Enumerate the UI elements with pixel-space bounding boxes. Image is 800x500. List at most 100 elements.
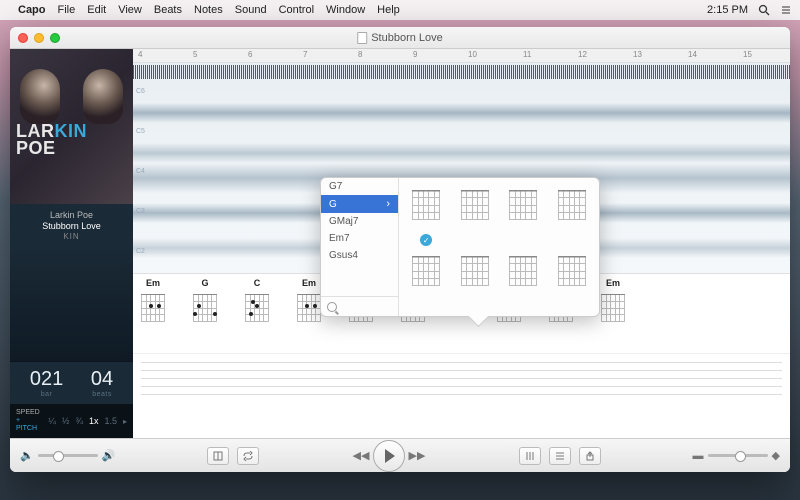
app-window: Stubborn Love LARKIN POE Larkin Poe Stub…	[10, 27, 790, 472]
zoom-fit-icon: ◆	[772, 449, 780, 462]
pitch-label: C5	[136, 128, 145, 135]
pitch-label: C6	[136, 88, 145, 95]
transport-controls: ◀◀ ▶▶	[351, 440, 427, 472]
rewind-button[interactable]: ◀◀	[351, 448, 371, 464]
volume-high-icon: 🔊	[102, 449, 116, 462]
voicing-option[interactable]: ✓	[405, 184, 448, 244]
speed-option-1point5[interactable]: 1.5	[104, 416, 117, 426]
notification-center-icon[interactable]	[780, 4, 792, 16]
song-title: Stubborn Love	[14, 221, 129, 231]
chord-block[interactable]: Em	[139, 278, 167, 324]
voicing-option[interactable]	[405, 250, 448, 310]
ruler-mark: 11	[523, 50, 531, 59]
window-title-text: Stubborn Love	[371, 32, 443, 44]
menu-control[interactable]: Control	[279, 4, 314, 16]
menu-app[interactable]: Capo	[18, 4, 46, 16]
menu-beats[interactable]: Beats	[154, 4, 182, 16]
album-name: KIN	[14, 232, 129, 241]
chord-option-selected[interactable]: G	[321, 195, 398, 213]
ruler-mark: 8	[358, 50, 362, 59]
ruler-mark: 5	[193, 50, 197, 59]
ruler-mark: 13	[633, 50, 642, 59]
volume-control: 🔈 🔊	[20, 449, 115, 462]
pitch-label: C3	[136, 208, 145, 215]
list-view-button[interactable]	[549, 447, 571, 465]
voicing-option[interactable]	[551, 184, 594, 244]
waveform	[133, 65, 790, 79]
menubar-clock[interactable]: 2:15 PM	[707, 4, 748, 16]
chord-block[interactable]: C	[243, 278, 271, 324]
window-minimize-button[interactable]	[34, 33, 44, 43]
speed-option-1x[interactable]: 1x	[89, 416, 99, 426]
loop-button[interactable]	[237, 447, 259, 465]
volume-low-icon: 🔈	[20, 449, 34, 462]
voicing-option[interactable]	[454, 250, 497, 310]
voicing-option[interactable]	[502, 250, 545, 310]
menu-window[interactable]: Window	[326, 4, 365, 16]
mixer-button[interactable]	[519, 447, 541, 465]
chord-option[interactable]: Gsus4	[321, 247, 398, 264]
track-metadata: Larkin Poe Stubborn Love KIN	[10, 204, 133, 247]
speed-label: SPEED + PITCH	[16, 409, 42, 433]
pitch-label: C2	[136, 248, 145, 255]
search-icon	[327, 302, 337, 312]
chord-option[interactable]: G7	[321, 178, 398, 195]
bottom-toolbar: 🔈 🔊 ◀◀ ▶▶ ▬ ◆	[10, 438, 790, 472]
tablature-region[interactable]	[133, 353, 790, 438]
chord-search-field[interactable]	[321, 296, 398, 316]
speed-option-half[interactable]: ½	[62, 416, 70, 426]
chord-block[interactable]: Em	[295, 278, 323, 324]
chord-name-list: G7 G GMaj7 Em7 Gsus4	[321, 178, 398, 296]
ruler-mark: 10	[468, 50, 477, 59]
menu-notes[interactable]: Notes	[194, 4, 223, 16]
chord-option[interactable]: GMaj7	[321, 213, 398, 230]
spotlight-icon[interactable]	[758, 4, 770, 16]
ruler-mark: 4	[138, 50, 142, 59]
chord-block[interactable]: Em	[599, 278, 627, 324]
play-button[interactable]	[373, 440, 405, 472]
beats-counter-value: 04	[91, 368, 113, 391]
ruler-mark: 9	[413, 50, 417, 59]
menu-help[interactable]: Help	[377, 4, 400, 16]
album-art-text: LARKIN POE	[16, 123, 87, 157]
chord-voicing-popover: G7 G GMaj7 Em7 Gsus4 ✓	[320, 177, 600, 317]
fast-forward-button[interactable]: ▶▶	[407, 448, 427, 464]
time-ruler[interactable]: 4 5 6 7 8 9 10 11 12 13 14 15	[133, 49, 790, 63]
speed-option-quarter[interactable]: ¼	[48, 416, 56, 426]
zoom-slider[interactable]	[708, 454, 768, 457]
album-art[interactable]: LARKIN POE	[10, 49, 133, 204]
voicing-option[interactable]	[502, 184, 545, 244]
document-icon	[357, 32, 367, 44]
menu-sound[interactable]: Sound	[235, 4, 267, 16]
ruler-mark: 14	[688, 50, 697, 59]
menu-edit[interactable]: Edit	[87, 4, 106, 16]
menu-file[interactable]: File	[58, 4, 76, 16]
counter-panel: 021 bar 04 beats	[10, 361, 133, 404]
speed-control: SPEED + PITCH ¼ ½ ¾ 1x 1.5 ▸	[10, 404, 133, 438]
pitch-label: C4	[136, 168, 145, 175]
menu-view[interactable]: View	[118, 4, 142, 16]
traffic-lights	[18, 33, 60, 43]
volume-slider[interactable]	[38, 454, 98, 457]
artist-name: Larkin Poe	[14, 210, 129, 220]
window-titlebar[interactable]: Stubborn Love	[10, 27, 790, 49]
ruler-mark: 7	[303, 50, 307, 59]
metronome-button[interactable]	[207, 447, 229, 465]
zoom-control: ▬ ◆	[693, 449, 780, 462]
share-button[interactable]	[579, 447, 601, 465]
speed-more-icon[interactable]: ▸	[123, 417, 127, 426]
macos-menubar: Capo File Edit View Beats Notes Sound Co…	[0, 0, 800, 20]
check-icon: ✓	[420, 234, 432, 246]
speed-option-threequarter[interactable]: ¾	[75, 416, 83, 426]
sidebar: LARKIN POE Larkin Poe Stubborn Love KIN …	[10, 49, 133, 438]
ruler-mark: 15	[743, 50, 752, 59]
voicing-option[interactable]	[454, 184, 497, 244]
window-title: Stubborn Love	[357, 32, 443, 44]
window-zoom-button[interactable]	[50, 33, 60, 43]
bar-counter-value: 021	[30, 368, 63, 391]
window-close-button[interactable]	[18, 33, 28, 43]
chord-option[interactable]: Em7	[321, 230, 398, 247]
chord-block[interactable]: G	[191, 278, 219, 324]
voicing-grid: ✓	[399, 178, 599, 316]
voicing-option[interactable]	[551, 250, 594, 310]
